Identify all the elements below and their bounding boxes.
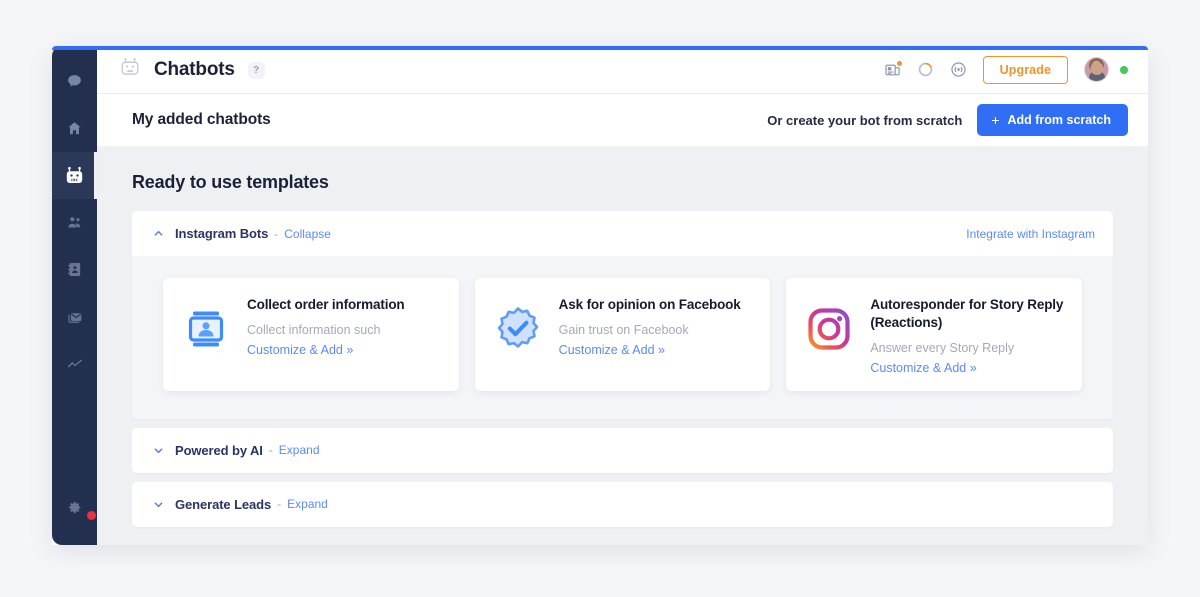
template-card-title: Ask for opinion on Facebook — [558, 297, 741, 312]
chatbot-head-icon — [119, 56, 141, 83]
chat-bubble-icon — [66, 73, 83, 90]
settings-alert-badge — [87, 511, 96, 520]
panel-powered-by-ai: Powered by AI - Expand — [132, 427, 1113, 473]
template-card-body: Autoresponder for Story Reply (Reactions… — [870, 296, 1066, 375]
broadcast-icon[interactable] — [950, 61, 967, 78]
chevron-down-icon[interactable] — [151, 443, 165, 457]
line-chart-icon — [66, 355, 84, 373]
avatar[interactable] — [1084, 57, 1109, 82]
chevron-up-icon[interactable] — [151, 227, 165, 241]
sidebar-item-chatbots[interactable] — [52, 152, 97, 199]
panel-header[interactable]: Instagram Bots - Collapse Integrate with… — [132, 211, 1113, 256]
panel-separator: - — [268, 443, 273, 458]
panel-separator: - — [274, 226, 279, 241]
help-badge[interactable]: ? — [247, 62, 265, 79]
panel-toggle-link[interactable]: Expand — [279, 443, 320, 457]
top-header-right: Upgrade — [884, 55, 1128, 84]
gear-icon — [66, 499, 83, 516]
template-card[interactable]: Autoresponder for Story Reply (Reactions… — [786, 278, 1083, 391]
template-card-body: Ask for opinion on Facebook Gain trust o… — [559, 296, 755, 375]
template-card[interactable]: Collect order information Collect inform… — [163, 278, 459, 391]
integrate-with-instagram-link[interactable]: Integrate with Instagram — [966, 227, 1095, 241]
verified-badge-icon — [491, 302, 545, 356]
sidebar-item-settings[interactable] — [52, 484, 97, 531]
add-from-scratch-label: Add from scratch — [1007, 113, 1112, 127]
customize-and-add-link[interactable]: Customize & Add » — [247, 343, 443, 357]
panel-header[interactable]: Generate Leads - Expand — [132, 481, 1113, 527]
section-title: Ready to use templates — [132, 172, 329, 192]
template-card-title: Autoresponder for Story Reply (Reactions… — [870, 297, 1064, 330]
envelope-icon — [66, 308, 84, 326]
online-status-dot — [1120, 65, 1128, 74]
template-card[interactable]: Ask for opinion on Facebook Gain trust o… — [474, 278, 771, 391]
top-header: Chatbots ? Upgrade — [97, 46, 1148, 94]
news-icon[interactable] — [884, 61, 902, 78]
sidebar-item-chat[interactable] — [52, 58, 97, 105]
template-card-body: Collect order information Collect inform… — [247, 296, 443, 375]
template-card-description: Collect information such — [247, 322, 381, 337]
content-area: Ready to use templates Instagram Bots - … — [97, 146, 1148, 545]
panel-separator: - — [277, 497, 282, 512]
window-accent-bar — [52, 46, 1148, 50]
my-added-chatbots-title: My added chatbots — [132, 111, 271, 128]
chevron-down-icon[interactable] — [151, 497, 165, 511]
customize-and-add-link[interactable]: Customize & Add » — [870, 361, 1066, 375]
users-icon — [66, 214, 84, 232]
app-window: Chatbots ? Upgrade My added chatbots Or … — [52, 46, 1148, 545]
panel-toggle-link[interactable]: Collapse — [284, 227, 331, 241]
upgrade-button[interactable]: Upgrade — [982, 55, 1068, 84]
panel-instagram-bots: Instagram Bots - Collapse Integrate with… — [132, 211, 1113, 419]
top-header-left: Chatbots ? — [119, 56, 265, 83]
sidebar — [52, 46, 97, 545]
loading-spinner-icon[interactable] — [917, 61, 934, 78]
panel-title: Powered by AI — [175, 442, 263, 458]
scratch-hint-text: Or create your bot from scratch — [767, 112, 963, 128]
sidebar-item-messages[interactable] — [52, 293, 97, 340]
sub-header-right: Or create your bot from scratch + Add fr… — [767, 104, 1128, 136]
panel-header[interactable]: Powered by AI - Expand — [132, 427, 1113, 473]
sidebar-item-audience[interactable] — [52, 199, 97, 246]
user-area — [1084, 57, 1128, 82]
plus-icon: + — [991, 112, 1000, 128]
template-card-title: Collect order information — [247, 297, 405, 312]
address-book-icon — [66, 261, 83, 278]
sidebar-bottom — [52, 484, 97, 531]
news-badge-dot — [896, 61, 902, 66]
panel-title: Generate Leads — [175, 496, 272, 512]
panel-toggle-link[interactable]: Expand — [287, 497, 328, 511]
add-from-scratch-button[interactable]: + Add from scratch — [977, 104, 1128, 136]
page-title: Chatbots — [154, 58, 235, 80]
instagram-icon — [802, 302, 856, 356]
sidebar-item-analytics[interactable] — [52, 340, 97, 387]
template-card-description: Answer every Story Reply — [870, 340, 1015, 355]
panel-body: Collect order information Collect inform… — [132, 256, 1113, 419]
sub-header: My added chatbots Or create your bot fro… — [97, 94, 1148, 146]
panel-generate-leads: Generate Leads - Expand — [132, 481, 1113, 527]
sidebar-item-contacts[interactable] — [52, 246, 97, 293]
panel-title: Instagram Bots — [175, 226, 269, 241]
id-card-icon — [179, 302, 233, 356]
main-area: Chatbots ? Upgrade My added chatbots Or … — [97, 46, 1148, 545]
customize-and-add-link[interactable]: Customize & Add » — [559, 343, 755, 357]
robot-icon — [64, 165, 85, 186]
template-card-description: Gain trust on Facebook — [558, 322, 689, 337]
home-icon — [66, 120, 83, 137]
sidebar-item-home[interactable] — [52, 105, 97, 152]
